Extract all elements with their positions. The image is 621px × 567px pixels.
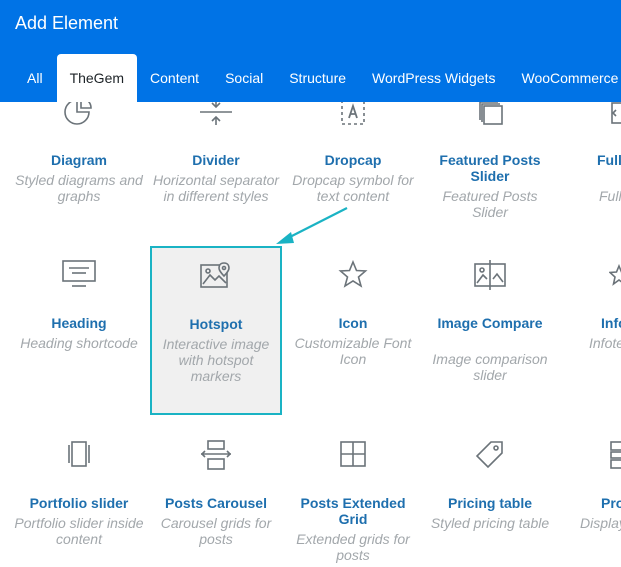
- element-name: Pricing table: [447, 495, 533, 511]
- element-description: Styled pricing table: [430, 515, 550, 531]
- element-description: Infote Ic: [589, 335, 621, 351]
- tab-thegem[interactable]: TheGem: [56, 54, 138, 102]
- element-description: Dropcap symbol for text content: [292, 172, 414, 204]
- element-portfolio-slider[interactable]: Portfolio slider Portfolio slider inside…: [14, 432, 144, 567]
- element-infobox[interactable]: Info Infote Ic: [562, 246, 621, 411]
- element-name: Full Cont: [597, 152, 621, 168]
- element-product-categories[interactable]: Pro Categori Display categ: [562, 432, 621, 567]
- element-name: Portfolio slider: [29, 495, 129, 511]
- element-name: Posts Carousel: [165, 495, 267, 511]
- image-pin-icon: [200, 262, 230, 288]
- tab-woocommerce[interactable]: WooCommerce: [508, 54, 621, 102]
- element-description: Heading shortcode: [20, 335, 138, 351]
- star-icon: [338, 260, 368, 288]
- dialog-header: Add Element All TheGem Content Social St…: [0, 0, 621, 102]
- element-description: Horizontal separator in different styles: [152, 172, 280, 204]
- element-posts-carousel[interactable]: Posts Carousel Carousel grids for posts: [151, 432, 281, 567]
- dropcap-icon: [341, 102, 365, 125]
- element-description: Carousel grids for posts: [160, 515, 272, 547]
- element-divider[interactable]: Divider Horizontal separator in differen…: [151, 102, 281, 222]
- element-posts-extended-grid[interactable]: Posts Extended Grid Extended grids for p…: [288, 432, 418, 567]
- image-compare-icon: [474, 260, 506, 290]
- portfolio-slider-icon: [68, 441, 90, 467]
- element-description: Interactive image with hotspot markers: [162, 336, 270, 384]
- element-name: Heading: [51, 315, 107, 331]
- element-description: Image comparison slider: [432, 351, 548, 383]
- pie-chart-icon: [64, 102, 92, 125]
- element-featured-posts-slider[interactable]: Featured Posts Slider Featured Posts Sli…: [425, 102, 555, 222]
- element-name: Divider: [192, 152, 240, 168]
- product-categories-icon: [610, 441, 621, 469]
- element-name: Icon: [338, 315, 368, 331]
- element-pricing-table[interactable]: Pricing table Styled pricing table: [425, 432, 555, 567]
- element-heading[interactable]: Heading Heading shortcode: [14, 246, 144, 411]
- dialog-title: Add Element: [15, 13, 119, 33]
- element-description: Customizable Font Icon: [294, 335, 412, 367]
- element-name: Info: [601, 315, 621, 331]
- tab-all[interactable]: All: [0, 54, 57, 102]
- category-tabs: All TheGem Content Social Structure Word…: [0, 54, 621, 102]
- tab-content[interactable]: Content: [137, 54, 212, 102]
- element-image-compare[interactable]: Image Compare Image comparison slider: [425, 246, 555, 411]
- element-name: Image Compare: [437, 315, 543, 331]
- element-name: Posts Extended Grid: [300, 495, 406, 527]
- grid-icon: [340, 441, 366, 467]
- fullwidth-icon: [611, 102, 621, 124]
- element-description: Full: [599, 188, 621, 204]
- heading-icon: [62, 260, 96, 287]
- element-name: Dropcap: [324, 152, 382, 168]
- star-small-icon: [609, 264, 621, 286]
- element-icon[interactable]: Icon Customizable Font Icon: [288, 246, 418, 411]
- element-hotspot[interactable]: Hotspot Interactive image with hotspot m…: [150, 246, 282, 415]
- price-tag-icon: [475, 441, 503, 469]
- element-name: Pro Categori: [601, 495, 621, 511]
- element-name: Hotspot: [189, 316, 243, 332]
- element-name: Diagram: [50, 152, 108, 168]
- element-fullwidth-content[interactable]: Full Cont Full: [562, 102, 621, 222]
- element-description: Extended grids for posts: [296, 531, 410, 563]
- element-name: Featured Posts Slider: [439, 152, 541, 184]
- tab-structure[interactable]: Structure: [276, 54, 359, 102]
- element-grid: Diagram Styled diagrams and graphs Divid…: [0, 102, 621, 567]
- element-description: Display categ: [580, 515, 621, 531]
- tab-social[interactable]: Social: [212, 54, 276, 102]
- layers-icon: [479, 102, 503, 125]
- element-description: Styled diagrams and graphs: [15, 172, 143, 204]
- element-description: Portfolio slider inside content: [14, 515, 144, 547]
- element-description: Featured Posts Slider: [442, 188, 538, 220]
- element-diagram[interactable]: Diagram Styled diagrams and graphs: [14, 102, 144, 222]
- divider-icon: [200, 102, 232, 125]
- tab-wordpress-widgets[interactable]: WordPress Widgets: [359, 54, 508, 102]
- carousel-icon: [200, 440, 232, 470]
- element-dropcap[interactable]: Dropcap Dropcap symbol for text content: [288, 102, 418, 222]
